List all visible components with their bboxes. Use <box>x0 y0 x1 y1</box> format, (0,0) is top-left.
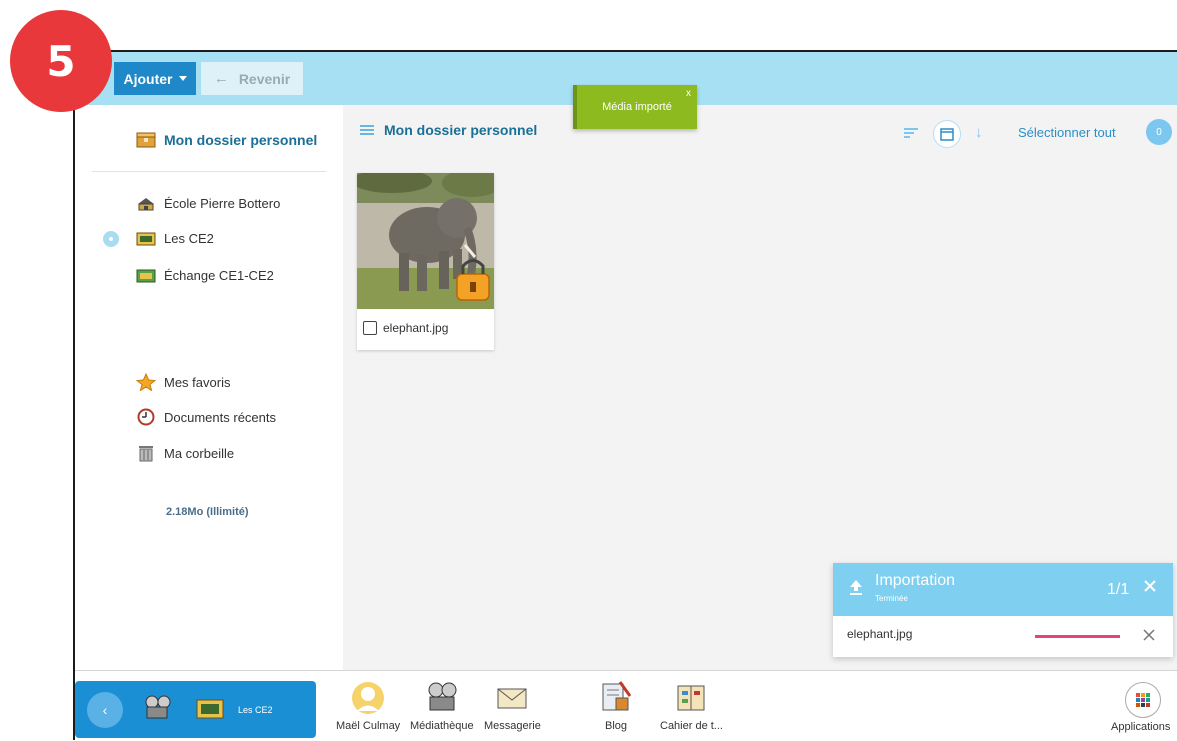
class-board-icon <box>136 232 156 245</box>
close-icon[interactable] <box>1143 579 1157 593</box>
import-count: 1/1 <box>1107 581 1130 598</box>
tree-expand-toggle[interactable] <box>103 231 119 247</box>
calendar-icon <box>940 128 954 141</box>
dock-app-label: Cahier de t... <box>660 720 723 732</box>
class-board-icon[interactable] <box>196 699 224 719</box>
menu-icon[interactable] <box>360 125 374 135</box>
back-button[interactable]: ← Revenir <box>201 62 303 95</box>
file-name: elephant.jpg <box>383 321 449 335</box>
import-panel-header: Importation Terminée 1/1 <box>833 563 1173 616</box>
applications-button[interactable] <box>1125 682 1161 718</box>
film-projector-icon <box>428 682 457 711</box>
remove-file-icon[interactable] <box>1143 629 1155 641</box>
star-icon <box>136 373 156 391</box>
import-file-name: elephant.jpg <box>847 627 913 641</box>
dock-app-label: Messagerie <box>484 720 541 732</box>
add-button-label: Ajouter <box>123 70 173 87</box>
sidebar-item-label: Mes favoris <box>164 374 231 390</box>
sidebar-item-school[interactable]: École Pierre Bottero <box>136 196 280 211</box>
selected-count-badge: 0 <box>1146 119 1172 145</box>
add-button[interactable]: Ajouter <box>114 62 196 95</box>
back-button-label: Revenir <box>238 70 291 87</box>
dock-app-mediatheque[interactable]: Médiathèque <box>410 680 474 732</box>
import-title: Importation <box>875 572 956 589</box>
sidebar-item-label: Mon dossier personnel <box>164 132 318 148</box>
applications-label: Applications <box>1111 721 1171 733</box>
clock-icon <box>137 408 155 426</box>
import-progress-bar <box>1035 635 1120 638</box>
sidebar-item-recent[interactable]: Documents récents <box>136 408 276 426</box>
sidebar-item-les-ce2[interactable]: Les CE2 <box>136 231 214 246</box>
file-card[interactable]: elephant.jpg <box>357 173 494 350</box>
file-checkbox[interactable] <box>363 321 377 335</box>
exchange-board-icon <box>136 269 156 282</box>
chevron-left-icon: ‹ <box>102 702 108 718</box>
dock-app-notebook[interactable]: Cahier de t... <box>660 680 723 732</box>
page-title: Mon dossier personnel <box>384 122 538 138</box>
sidebar-item-label: Ma corbeille <box>164 445 235 461</box>
school-icon <box>138 197 154 210</box>
folder-box-icon <box>136 132 156 148</box>
sidebar-item-label: Échange CE1-CE2 <box>164 268 274 283</box>
blog-icon <box>602 681 632 711</box>
import-panel: Importation Terminée 1/1 elephant.jpg <box>833 563 1173 657</box>
chevron-down-icon <box>178 76 187 81</box>
toast-notification: Média importé x <box>573 85 697 129</box>
dock-app-label: Blog <box>604 720 628 732</box>
sidebar-item-label: Les CE2 <box>164 231 214 246</box>
dock-app-messagerie[interactable]: Messagerie <box>484 680 541 732</box>
dock-app-label: Maël Culmay <box>336 720 401 732</box>
file-name-row: elephant.jpg <box>363 321 448 335</box>
select-all-link[interactable]: Sélectionner tout <box>1018 125 1116 140</box>
elephant-thumbnail <box>357 173 494 309</box>
dock-pinned-label: Les CE2 <box>238 705 273 715</box>
trash-icon <box>139 446 153 462</box>
sidebar-item-exchange[interactable]: Échange CE1-CE2 <box>136 268 274 283</box>
envelope-icon <box>497 688 527 709</box>
upload-icon <box>850 580 862 595</box>
avatar-icon <box>352 682 385 714</box>
notebook-icon <box>677 685 705 711</box>
arrow-left-icon: ← <box>213 70 229 87</box>
dock-app-blog[interactable]: Blog <box>598 680 634 732</box>
toast-message: Média importé <box>602 101 672 113</box>
film-projector-icon[interactable] <box>143 694 173 722</box>
calendar-sort-button[interactable] <box>933 120 961 148</box>
breadcrumb: Mon dossier personnel <box>360 122 537 138</box>
sidebar-item-label: École Pierre Bottero <box>164 196 281 211</box>
storage-quota: 2.18Mo (Illimité) <box>166 506 249 518</box>
toast-close-icon[interactable]: x <box>686 88 691 99</box>
app-grid-icon <box>1136 693 1150 707</box>
sort-icon[interactable] <box>903 126 919 144</box>
dock-app-label: Médiathèque <box>410 720 474 732</box>
sidebar-item-trash[interactable]: Ma corbeille <box>136 444 234 462</box>
sidebar-item-favorites[interactable]: Mes favoris <box>136 373 230 391</box>
step-number-badge: 5 <box>10 10 112 112</box>
dock-app-profile[interactable]: Maël Culmay <box>336 680 400 732</box>
import-status: Terminée <box>875 594 908 603</box>
sidebar-divider <box>92 171 326 172</box>
sidebar-item-personal-folder[interactable]: Mon dossier personnel <box>136 132 317 148</box>
arrow-down-icon[interactable]: ↓ <box>975 124 983 141</box>
dock-back-button[interactable]: ‹ <box>87 692 123 728</box>
sidebar-item-label: Documents récents <box>164 409 276 425</box>
